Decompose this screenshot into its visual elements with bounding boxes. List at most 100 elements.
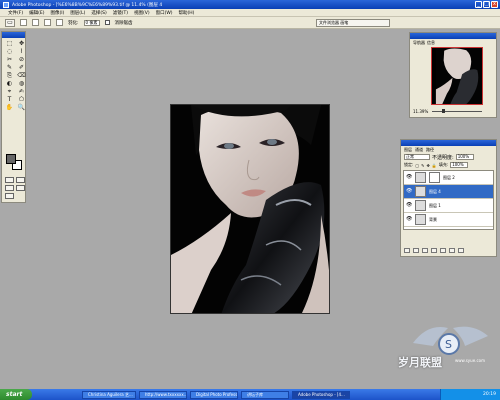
navigator-zoom-slider[interactable] (432, 111, 482, 112)
menu-filter[interactable]: 滤镜(T) (113, 10, 128, 16)
layer-style-icon[interactable] (413, 248, 419, 253)
fill-input[interactable]: 100% (450, 162, 469, 168)
maximize-button[interactable]: □ (483, 1, 490, 8)
path-selection-tool-icon[interactable]: ⌖ (4, 88, 15, 95)
hand-tool-icon[interactable]: ✋ (4, 104, 15, 111)
clone-stamp-tool-icon[interactable]: ⎘ (4, 72, 15, 79)
taskbar-item[interactable]: Christina Aguilera 艺... (82, 390, 136, 399)
subtract-selection-icon[interactable] (44, 19, 51, 26)
jump-to-imageready-icon[interactable] (5, 193, 14, 199)
navigator-zoom-value[interactable]: 11.39% (413, 109, 428, 114)
layer-row[interactable]: 👁 背景 (404, 213, 493, 227)
start-button[interactable]: start (0, 389, 32, 400)
layer-row[interactable]: 👁 图层 1 (404, 199, 493, 213)
opacity-input[interactable]: 100% (455, 154, 474, 160)
window-title: Adobe Photoshop - [%E6%8B%9C%E6%89%93.ti… (12, 2, 162, 8)
gradient-tool-icon[interactable]: ◐ (4, 80, 15, 87)
minimize-button[interactable]: _ (475, 1, 482, 8)
lock-pixels-icon[interactable]: ✎ (421, 163, 424, 168)
marquee-tool-icon[interactable]: ⬚ (4, 40, 15, 47)
add-selection-icon[interactable] (32, 19, 39, 26)
zoom-tool-icon[interactable]: 🔍 (16, 104, 27, 111)
layer-name: 图层 1 (429, 202, 441, 208)
full-screen-mode-icon[interactable] (16, 185, 25, 191)
navigator-zoom-knob[interactable] (442, 109, 445, 113)
watermark-text: 岁月联盟 (398, 356, 442, 369)
menu-view[interactable]: 视图(V) (134, 10, 150, 16)
tab-channels[interactable]: 通道 (415, 146, 423, 153)
pencil-tool-icon[interactable]: ✐ (16, 64, 27, 71)
pen-tool-icon[interactable]: ✍ (16, 88, 27, 95)
menu-help[interactable]: 帮助(H) (179, 10, 195, 16)
adjustment-layer-icon[interactable] (440, 248, 446, 253)
layer-list: 👁 图层 2 👁 图层 4 👁 图层 1 👁 背景 (403, 170, 494, 230)
close-button[interactable]: x (491, 1, 498, 8)
type-tool-icon[interactable]: T (4, 96, 15, 103)
screen-mode-icon[interactable] (5, 185, 14, 191)
taskbar-item-active[interactable]: Adobe Photoshop - [4... (292, 390, 350, 399)
new-group-icon[interactable] (431, 248, 437, 253)
trash-icon[interactable] (458, 248, 464, 253)
link-layers-icon[interactable] (404, 248, 410, 253)
lasso-tool-icon[interactable]: ◌ (4, 48, 15, 55)
feather-label: 羽化: (68, 20, 79, 26)
tab-info[interactable]: 信息 (427, 39, 435, 46)
layer-thumbnail (415, 200, 426, 211)
layer-row-selected[interactable]: 👁 图层 4 (404, 185, 493, 199)
move-tool-icon[interactable]: ✥ (16, 40, 27, 47)
dodge-tool-icon[interactable]: ◍ (16, 80, 27, 87)
layer-thumbnail (415, 172, 426, 183)
taskbar-item[interactable]: Digital Photo Professio... (190, 390, 238, 399)
crop-tool-icon[interactable]: ✂ (4, 56, 15, 63)
menu-image[interactable]: 图像(I) (50, 10, 64, 16)
eye-icon[interactable]: 👁 (406, 175, 412, 180)
slice-tool-icon[interactable]: ⊘ (16, 56, 27, 63)
layer-row[interactable]: 👁 图层 2 (404, 171, 493, 185)
layer-thumbnail (415, 186, 426, 197)
opacity-label: 不透明度: (432, 154, 454, 161)
marquee-tool-preset-icon[interactable]: ▭ (5, 18, 15, 27)
foreground-color-swatch[interactable] (6, 154, 16, 164)
tab-paths[interactable]: 路径 (426, 146, 434, 153)
taskbar-item[interactable]: http://www.txxxxxx... (139, 390, 187, 399)
tab-navigator[interactable]: 导航器 (413, 39, 425, 46)
fill-label: 填充: (438, 162, 449, 167)
quick-mask-mode-icon[interactable] (16, 177, 25, 183)
standard-mode-icon[interactable] (5, 177, 14, 183)
taskbar-item[interactable]: 讲坛子库 (241, 390, 289, 399)
layer-thumbnail (415, 214, 426, 225)
menu-window[interactable]: 窗口(W) (156, 10, 173, 16)
eye-icon[interactable]: 👁 (406, 203, 412, 208)
svg-text:S: S (445, 338, 452, 351)
lock-position-icon[interactable]: ✥ (427, 163, 430, 168)
magic-wand-tool-icon[interactable]: ⌇ (16, 48, 27, 55)
new-layer-icon[interactable] (449, 248, 455, 253)
lock-transparency-icon[interactable]: ▢ (415, 163, 419, 168)
taskbar: start Christina Aguilera 艺... http://www… (0, 389, 500, 400)
eye-icon[interactable]: 👁 (406, 217, 412, 222)
menu-edit[interactable]: 编辑(E) (29, 10, 44, 16)
intersect-selection-icon[interactable] (56, 19, 63, 26)
navigator-thumbnail[interactable] (431, 47, 483, 105)
menu-layer[interactable]: 图层(L) (70, 10, 85, 16)
menu-select[interactable]: 选择(S) (91, 10, 106, 16)
layer-name: 图层 2 (443, 174, 455, 180)
blend-mode-select[interactable]: 正常 (404, 154, 430, 160)
shape-tool-icon[interactable]: ⬠ (16, 96, 27, 103)
tab-layers[interactable]: 图层 (404, 146, 412, 153)
menu-file[interactable]: 文件(F) (8, 10, 23, 16)
add-mask-icon[interactable] (422, 248, 428, 253)
title-bar: Adobe Photoshop - [%E6%8B%9C%E6%89%93.ti… (0, 0, 500, 9)
navigator-palette: 导航器 信息 11.39% (409, 32, 497, 118)
lock-all-icon[interactable]: 🔒 (432, 163, 437, 168)
document-canvas[interactable] (170, 104, 330, 314)
tool-grid: ⬚ ✥ ◌ ⌇ ✂ ⊘ ✎ ✐ ⎘ ⌫ ◐ ◍ ⌖ ✍ T ⬠ ✋ 🔍 (2, 38, 27, 113)
feather-input[interactable]: 0 像素 (83, 19, 100, 26)
antialias-checkbox[interactable] (104, 20, 110, 25)
new-selection-icon[interactable] (20, 19, 27, 26)
eraser-tool-icon[interactable]: ⌫ (16, 72, 27, 79)
brush-tool-icon[interactable]: ✎ (4, 64, 15, 71)
eye-icon[interactable]: 👁 (406, 189, 412, 194)
palette-well[interactable]: 文件浏览器 画笔 (316, 19, 390, 27)
tools-palette: ⬚ ✥ ◌ ⌇ ✂ ⊘ ✎ ✐ ⎘ ⌫ ◐ ◍ ⌖ ✍ T ⬠ ✋ 🔍 (1, 31, 26, 203)
